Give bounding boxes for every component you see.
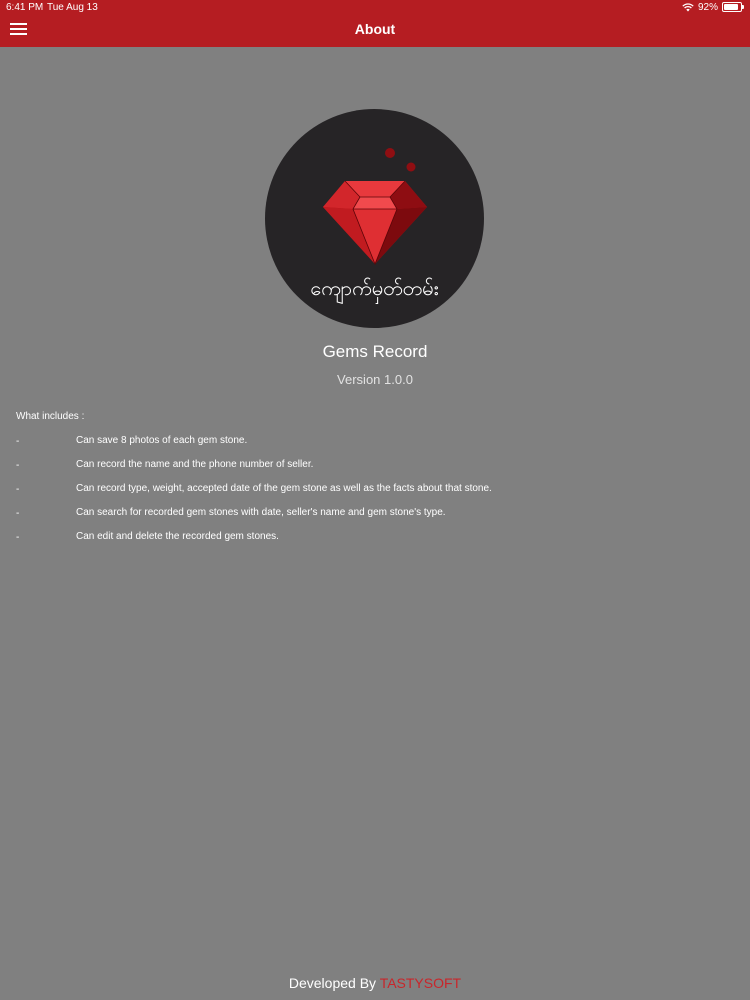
bullet: - <box>16 484 20 495</box>
app-logo: ကျောက်မှတ်တမ်း <box>265 109 484 328</box>
status-time: 6:41 PM <box>6 2 44 13</box>
bullet: - <box>16 460 20 471</box>
includes-heading: What includes : <box>16 411 85 422</box>
feature-text: Can record type, weight, accepted date o… <box>76 483 492 494</box>
feature-text: Can record the name and the phone number… <box>76 459 314 470</box>
footer-credit: Developed By TASTYSOFT <box>0 975 750 991</box>
feature-text: Can edit and delete the recorded gem sto… <box>76 531 279 542</box>
list-item: - Can record the name and the phone numb… <box>16 458 716 482</box>
feature-text: Can search for recorded gem stones with … <box>76 507 446 518</box>
list-item: - Can save 8 photos of each gem stone. <box>16 434 716 458</box>
status-indicators: 92% <box>682 1 744 13</box>
page-title: About <box>354 21 396 37</box>
feature-list: - Can save 8 photos of each gem stone. -… <box>16 434 716 554</box>
navigation-bar: 6:41 PM Tue Aug 13 92% About <box>0 0 750 47</box>
battery-icon <box>722 2 744 12</box>
bullet: - <box>16 508 20 519</box>
app-name: Gems Record <box>322 342 428 361</box>
feature-text: Can save 8 photos of each gem stone. <box>76 435 248 446</box>
bullet: - <box>16 436 20 447</box>
logo-text: ကျောက်မှတ်တမ်း <box>310 276 438 304</box>
bullet: - <box>16 532 20 543</box>
developer-link[interactable]: TASTYSOFT <box>380 975 461 991</box>
list-item: - Can record type, weight, accepted date… <box>16 482 716 506</box>
battery-percent: 92% <box>697 1 718 13</box>
app-version: Version 1.0.0 <box>337 372 413 387</box>
wifi-icon <box>682 2 694 11</box>
list-item: - Can search for recorded gem stones wit… <box>16 506 716 530</box>
list-item: - Can edit and delete the recorded gem s… <box>16 530 716 554</box>
footer-prefix: Developed By <box>288 975 380 991</box>
status-date: Tue Aug 13 <box>47 2 98 13</box>
